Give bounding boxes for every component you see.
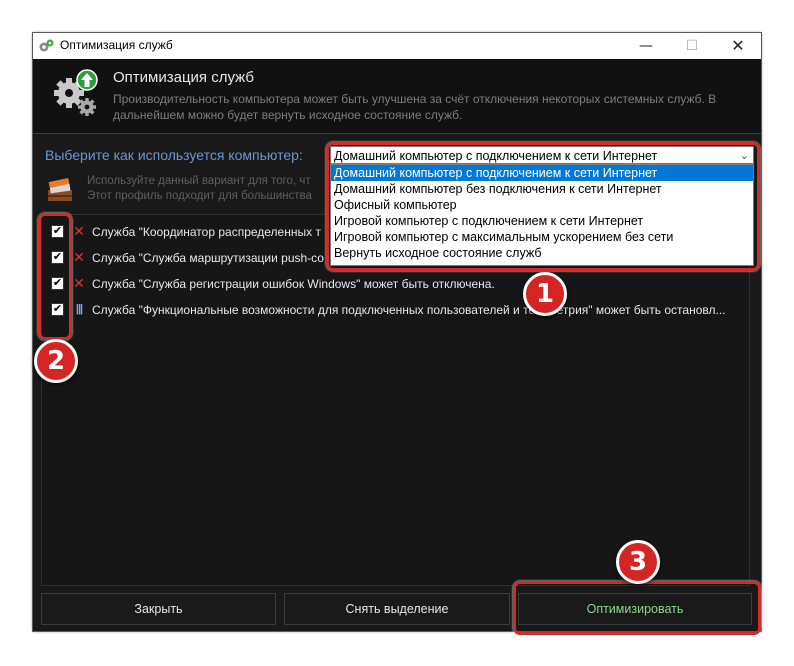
profile-description: Используйте данный вариант для того, чт …	[87, 174, 331, 204]
profile-icon	[48, 177, 72, 201]
service-row[interactable]: ✔ ||| Служба "Функциональные возможности…	[42, 297, 749, 323]
close-button[interactable]: Закрыть	[41, 593, 276, 625]
app-icon	[39, 39, 54, 52]
annotation-badge-2: 2	[34, 339, 78, 383]
optimize-services-window: Оптимизация служб — ☐ ✕ Оптимизация служ…	[32, 32, 762, 632]
maximize-button[interactable]: ☐	[669, 33, 715, 59]
callout-box-dropdown	[326, 142, 760, 271]
annotation-badge-1: 1	[523, 272, 567, 316]
callout-box-optimize	[513, 581, 761, 635]
pause-icon: |||	[75, 303, 83, 315]
profile-description-line: Этот профиль подходит для большинства	[87, 190, 312, 202]
window-title: Оптимизация служб	[60, 38, 173, 52]
callout-box-checkboxes	[38, 213, 72, 340]
header-description: Производительность компьютера может быть…	[113, 92, 717, 122]
red-x-icon: ✕	[73, 275, 85, 291]
title-bar: Оптимизация служб — ☐ ✕	[33, 33, 761, 59]
service-text: Служба "Функциональные возможности для п…	[92, 303, 726, 317]
gears-icon	[54, 69, 98, 116]
deselect-button[interactable]: Снять выделение	[284, 593, 510, 625]
red-x-icon: ✕	[73, 249, 85, 265]
red-x-icon: ✕	[73, 223, 85, 239]
header: Оптимизация служб Производительность ком…	[33, 59, 761, 133]
profile-description-line: Используйте данный вариант для того, чт	[87, 175, 311, 187]
service-row[interactable]: ✔ ✕ Служба "Служба регистрации ошибок Wi…	[42, 271, 749, 297]
usage-label: Выберите как используется компьютер:	[45, 147, 303, 163]
annotation-badge-3: 3	[616, 540, 660, 584]
minimize-button[interactable]: —	[623, 33, 669, 59]
service-text: Служба "Служба регистрации ошибок Window…	[92, 277, 495, 291]
header-title: Оптимизация служб	[113, 69, 254, 86]
close-window-button[interactable]: ✕	[715, 33, 761, 59]
divider	[33, 133, 761, 134]
